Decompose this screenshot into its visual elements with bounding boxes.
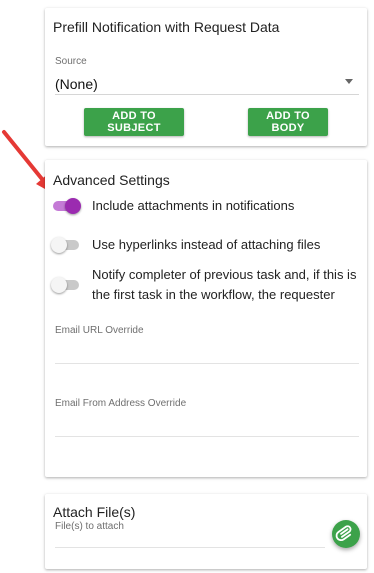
- attach-files-title: Attach File(s): [53, 504, 136, 520]
- attach-file-button[interactable]: [332, 520, 360, 548]
- toggle-thumb: [51, 237, 67, 253]
- use-hyperlinks-label: Use hyperlinks instead of attaching file…: [92, 237, 321, 252]
- advanced-settings-title: Advanced Settings: [53, 172, 170, 188]
- toggle-thumb: [51, 277, 67, 293]
- source-value[interactable]: (None): [55, 76, 98, 92]
- files-to-attach-input[interactable]: [55, 547, 325, 548]
- attach-files-card: Attach File(s) File(s) to attach: [45, 494, 367, 569]
- caret-down-icon[interactable]: [345, 79, 353, 84]
- include-attachments-label: Include attachments in notifications: [92, 198, 295, 213]
- paperclip-icon: [335, 525, 352, 541]
- add-to-body-button[interactable]: ADD TO BODY: [248, 108, 328, 136]
- use-hyperlinks-toggle[interactable]: [51, 236, 81, 254]
- source-label: Source: [55, 56, 87, 67]
- include-attachments-toggle[interactable]: [53, 197, 81, 215]
- email-from-override-label: Email From Address Override: [55, 398, 187, 409]
- prefill-title: Prefill Notification with Request Data: [53, 19, 280, 35]
- notify-completer-label: Notify completer of previous task and, i…: [92, 267, 357, 302]
- source-underline: [55, 94, 359, 95]
- notify-completer-toggle[interactable]: [51, 276, 81, 294]
- email-url-override-input[interactable]: [55, 363, 359, 364]
- add-to-subject-button[interactable]: ADD TO SUBJECT: [84, 108, 184, 136]
- email-from-override-input[interactable]: [55, 436, 359, 437]
- files-to-attach-label: File(s) to attach: [55, 521, 124, 532]
- toggle-thumb: [65, 198, 81, 214]
- email-url-override-label: Email URL Override: [55, 325, 144, 336]
- advanced-settings-card: Advanced Settings Include attachments in…: [45, 160, 367, 477]
- prefill-card: Prefill Notification with Request Data S…: [45, 8, 367, 146]
